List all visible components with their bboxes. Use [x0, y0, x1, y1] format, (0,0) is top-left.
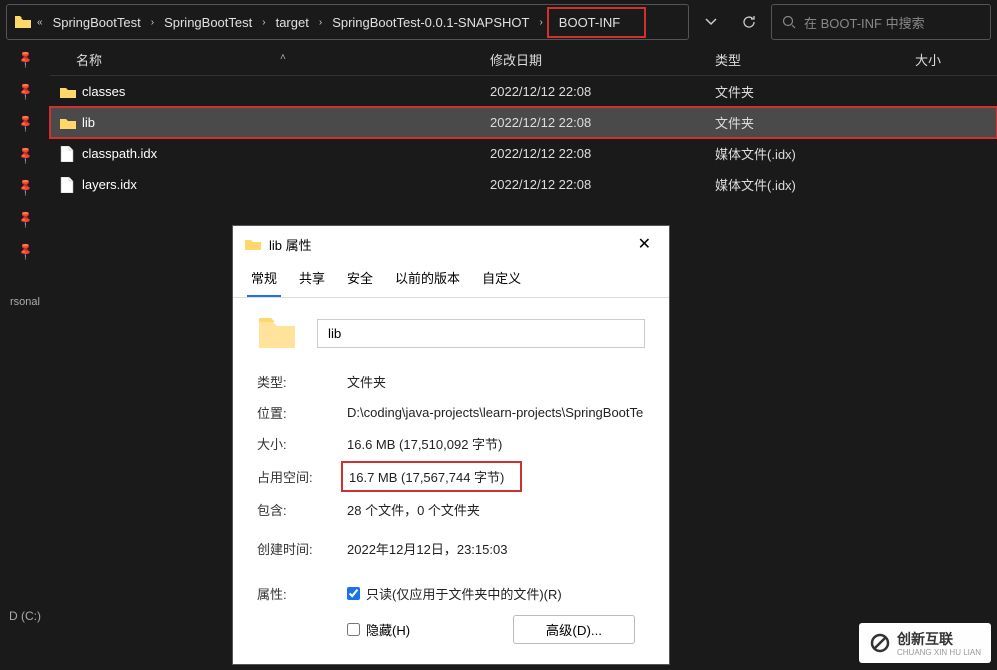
address-bar[interactable]: « SpringBootTest › SpringBootTest › targ…	[6, 4, 689, 40]
file-row[interactable]: classes2022/12/12 22:08文件夹	[50, 76, 997, 107]
folder-icon	[15, 16, 31, 28]
file-name: classpath.idx	[82, 146, 490, 161]
column-header-type[interactable]: 类型	[715, 50, 915, 69]
chevron-right-icon: ›	[537, 17, 544, 28]
column-headers: 名称 修改日期 类型 大小	[50, 44, 997, 76]
dialog-title-text: lib 属性	[269, 235, 312, 254]
folder-icon	[60, 117, 82, 129]
file-row[interactable]: layers.idx2022/12/12 22:08媒体文件(.idx)	[50, 169, 997, 200]
folder-icon	[60, 86, 82, 98]
dialog-tabs: 常规 共享 安全 以前的版本 自定义	[233, 262, 669, 298]
navigation-rail: 📌 📌 📌 📌 📌 📌 📌 rsonal D (C:)	[0, 44, 50, 663]
pin-icon[interactable]: 📌	[15, 241, 35, 261]
sidebar-personal[interactable]: rsonal	[10, 296, 40, 308]
breadcrumb-item-1[interactable]: SpringBootTest	[160, 13, 256, 32]
pin-icon[interactable]: 📌	[15, 209, 35, 229]
label-size: 大小:	[257, 434, 347, 453]
readonly-checkbox[interactable]	[347, 587, 360, 600]
close-button[interactable]: ✕	[628, 230, 661, 258]
breadcrumb-item-4[interactable]: BOOT-INF	[547, 7, 646, 38]
file-row[interactable]: lib2022/12/12 22:08文件夹	[50, 107, 997, 138]
search-placeholder: 在 BOOT-INF 中搜索	[804, 13, 925, 32]
pin-icon[interactable]: 📌	[15, 113, 35, 133]
readonly-label: 只读(仅应用于文件夹中的文件)(R)	[366, 584, 562, 603]
pin-icon[interactable]: 📌	[15, 177, 35, 197]
file-date: 2022/12/12 22:08	[490, 177, 715, 192]
chevron-right-icon: ›	[149, 17, 156, 28]
label-location: 位置:	[257, 403, 347, 422]
history-dropdown-button[interactable]	[695, 6, 727, 38]
dialog-body: 类型:文件夹 位置:D:\coding\java-projects\learn-…	[233, 298, 669, 670]
pin-icon[interactable]: 📌	[15, 49, 35, 69]
value-disk-size: 16.7 MB (17,567,744 字节)	[347, 465, 645, 488]
file-name: classes	[82, 84, 490, 99]
file-date: 2022/12/12 22:08	[490, 146, 715, 161]
dialog-titlebar[interactable]: lib 属性 ✕	[233, 226, 669, 262]
breadcrumb-item-0[interactable]: SpringBootTest	[49, 13, 145, 32]
tab-custom[interactable]: 自定义	[478, 264, 525, 297]
label-attributes: 属性:	[257, 584, 347, 603]
label-contains: 包含:	[257, 500, 347, 519]
breadcrumb-item-3[interactable]: SpringBootTest-0.0.1-SNAPSHOT	[328, 13, 533, 32]
search-icon	[782, 15, 796, 29]
file-type: 媒体文件(.idx)	[715, 175, 915, 194]
watermark-text: 创新互联	[897, 631, 953, 647]
sidebar-drive[interactable]: D (C:)	[9, 609, 41, 623]
pin-icon[interactable]: 📌	[15, 81, 35, 101]
file-type: 文件夹	[715, 82, 915, 101]
label-created: 创建时间:	[257, 539, 347, 558]
file-date: 2022/12/12 22:08	[490, 84, 715, 99]
refresh-button[interactable]	[733, 6, 765, 38]
hidden-label: 隐藏(H)	[366, 620, 410, 639]
value-location: D:\coding\java-projects\learn-projects\S…	[347, 405, 645, 420]
column-header-modified[interactable]: 修改日期	[490, 50, 715, 69]
folder-large-icon	[257, 316, 297, 350]
folder-name-input[interactable]	[317, 319, 645, 348]
pin-icon[interactable]: 📌	[15, 145, 35, 165]
tab-share[interactable]: 共享	[295, 264, 329, 297]
column-header-size[interactable]: 大小	[915, 50, 997, 69]
tab-previous[interactable]: 以前的版本	[391, 264, 464, 297]
column-header-name[interactable]: 名称	[50, 50, 490, 69]
folder-icon	[245, 238, 261, 250]
file-icon	[60, 146, 82, 162]
file-type: 媒体文件(.idx)	[715, 144, 915, 163]
chevron-right-icon: ›	[260, 17, 267, 28]
file-name: lib	[82, 115, 490, 130]
chevron-right-icon: ›	[317, 17, 324, 28]
properties-dialog: lib 属性 ✕ 常规 共享 安全 以前的版本 自定义 类型:文件夹 位置:D:…	[232, 225, 670, 665]
file-icon	[60, 177, 82, 193]
file-row[interactable]: classpath.idx2022/12/12 22:08媒体文件(.idx)	[50, 138, 997, 169]
label-type: 类型:	[257, 372, 347, 391]
value-size: 16.6 MB (17,510,092 字节)	[347, 434, 645, 453]
value-contains: 28 个文件，0 个文件夹	[347, 500, 645, 519]
value-type: 文件夹	[347, 372, 645, 391]
tab-security[interactable]: 安全	[343, 264, 377, 297]
watermark: 创新互联 CHUANG XIN HU LIAN	[859, 623, 991, 663]
toolbar: « SpringBootTest › SpringBootTest › targ…	[0, 0, 997, 44]
advanced-button[interactable]: 高级(D)...	[513, 615, 635, 644]
watermark-sub: CHUANG XIN HU LIAN	[897, 649, 981, 657]
logo-icon	[869, 632, 891, 654]
file-date: 2022/12/12 22:08	[490, 115, 715, 130]
search-input[interactable]: 在 BOOT-INF 中搜索	[771, 4, 991, 40]
breadcrumb-ellipsis[interactable]: «	[35, 17, 45, 28]
label-disk-size: 占用空间:	[257, 467, 347, 486]
hidden-checkbox[interactable]	[347, 623, 360, 636]
value-created: 2022年12月12日，23:15:03	[347, 539, 645, 558]
breadcrumb-item-2[interactable]: target	[272, 13, 313, 32]
tab-general[interactable]: 常规	[247, 264, 281, 297]
file-type: 文件夹	[715, 113, 915, 132]
file-name: layers.idx	[82, 177, 490, 192]
